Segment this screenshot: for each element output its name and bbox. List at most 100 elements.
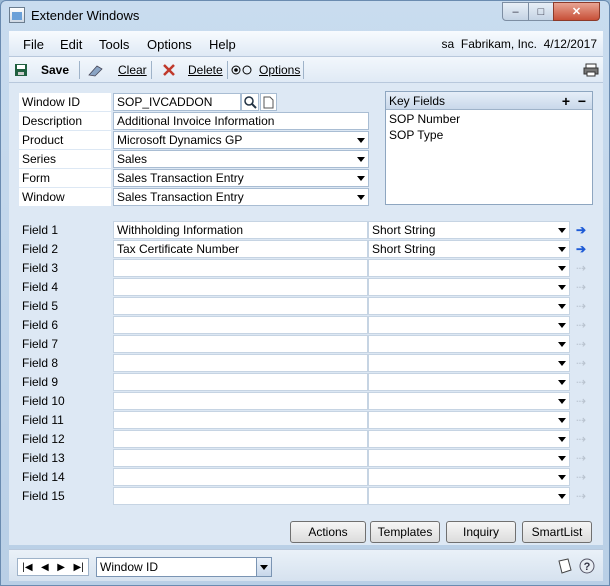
- add-key-icon[interactable]: +: [562, 92, 570, 110]
- maximize-button[interactable]: □: [528, 2, 554, 21]
- menu-file[interactable]: File: [23, 37, 44, 52]
- inquiry-button[interactable]: Inquiry: [446, 521, 516, 543]
- actions-button[interactable]: Actions: [290, 521, 366, 543]
- field-details-arrow-disabled-icon[interactable]: ⇢: [572, 278, 590, 296]
- help-button[interactable]: ?: [579, 558, 595, 577]
- chevron-down-icon: [357, 195, 365, 200]
- field-name-input[interactable]: [113, 411, 368, 429]
- field-type-dropdown[interactable]: [368, 449, 570, 467]
- form-dropdown[interactable]: Sales Transaction Entry: [113, 169, 369, 187]
- close-button[interactable]: ✕: [553, 2, 600, 21]
- field-type-dropdown[interactable]: [368, 373, 570, 391]
- save-button[interactable]: Save: [14, 61, 69, 79]
- field-type-dropdown[interactable]: [368, 259, 570, 277]
- field-name-input[interactable]: [113, 278, 368, 296]
- minimize-button[interactable]: –: [502, 2, 529, 21]
- field-row-label: Field 3: [19, 259, 111, 277]
- window-id-field[interactable]: SOP_IVCADDON: [113, 93, 241, 111]
- sort-by-value: Window ID: [100, 560, 159, 574]
- last-record-icon[interactable]: ▶|: [73, 562, 83, 573]
- product-label: Product: [19, 131, 111, 149]
- menu-help[interactable]: Help: [209, 37, 236, 52]
- field-type-dropdown[interactable]: [368, 430, 570, 448]
- lookup-button[interactable]: [241, 93, 259, 111]
- chevron-down-icon: [558, 418, 566, 423]
- field-row-label: Field 4: [19, 278, 111, 296]
- note-button[interactable]: [557, 558, 573, 577]
- remove-key-icon[interactable]: −: [578, 92, 586, 110]
- list-item[interactable]: SOP Number: [386, 111, 592, 127]
- menu-options[interactable]: Options: [147, 37, 192, 52]
- field-name-input[interactable]: [113, 449, 368, 467]
- field-type-dropdown[interactable]: [368, 392, 570, 410]
- field-details-arrow-disabled-icon[interactable]: ⇢: [572, 487, 590, 505]
- chevron-down-icon: [558, 494, 566, 499]
- field-details-arrow-icon[interactable]: ➔: [572, 240, 590, 258]
- field-details-arrow-disabled-icon[interactable]: ⇢: [572, 259, 590, 277]
- previous-record-icon[interactable]: ◀: [41, 562, 49, 573]
- new-note-button[interactable]: [260, 93, 277, 111]
- field-type-dropdown[interactable]: [368, 278, 570, 296]
- toolbar: Save Clear Delete Options: [9, 57, 603, 83]
- window-title: Extender Windows: [31, 8, 140, 23]
- sort-by-dropdown[interactable]: Window ID: [96, 557, 272, 577]
- field-details-arrow-disabled-icon[interactable]: ⇢: [572, 297, 590, 315]
- window-dropdown[interactable]: Sales Transaction Entry: [113, 188, 369, 206]
- product-value: Microsoft Dynamics GP: [117, 133, 243, 147]
- window-id-label: Window ID: [19, 93, 111, 111]
- templates-button[interactable]: Templates: [370, 521, 440, 543]
- field-details-arrow-disabled-icon[interactable]: ⇢: [572, 392, 590, 410]
- field-details-arrow-disabled-icon[interactable]: ⇢: [572, 373, 590, 391]
- field-name-input[interactable]: [113, 430, 368, 448]
- field-name-input[interactable]: [113, 335, 368, 353]
- field-name-input[interactable]: [113, 354, 368, 372]
- field-type-dropdown[interactable]: [368, 316, 570, 334]
- field-type-dropdown[interactable]: Short String: [368, 221, 570, 239]
- field-name-input[interactable]: [113, 259, 368, 277]
- chevron-down-icon: [558, 228, 566, 233]
- field-name-input[interactable]: Withholding Information: [113, 221, 368, 239]
- clear-icon: [88, 65, 103, 77]
- field-type-dropdown[interactable]: [368, 297, 570, 315]
- field-details-arrow-disabled-icon[interactable]: ⇢: [572, 430, 590, 448]
- options-button[interactable]: Options: [231, 61, 300, 79]
- field-details-arrow-disabled-icon[interactable]: ⇢: [572, 449, 590, 467]
- field-details-arrow-disabled-icon[interactable]: ⇢: [572, 335, 590, 353]
- field-name-input[interactable]: Tax Certificate Number: [113, 240, 368, 258]
- series-value: Sales: [117, 152, 148, 166]
- field-type-dropdown[interactable]: Short String: [368, 240, 570, 258]
- field-name-input[interactable]: [113, 316, 368, 334]
- field-details-arrow-icon[interactable]: ➔: [572, 221, 590, 239]
- first-record-icon[interactable]: |◀: [22, 562, 32, 573]
- field-name-input[interactable]: [113, 297, 368, 315]
- clear-button[interactable]: Clear: [87, 61, 147, 79]
- field-type-dropdown[interactable]: [368, 335, 570, 353]
- field-type-dropdown[interactable]: [368, 411, 570, 429]
- field-row-label: Field 12: [19, 430, 111, 448]
- delete-button[interactable]: Delete: [162, 61, 223, 79]
- menu-edit[interactable]: Edit: [60, 37, 82, 52]
- product-dropdown[interactable]: Microsoft Dynamics GP: [113, 131, 369, 149]
- field-type-dropdown[interactable]: [368, 487, 570, 505]
- field-name-input[interactable]: [113, 487, 368, 505]
- print-button[interactable]: [583, 61, 599, 79]
- field-details-arrow-disabled-icon[interactable]: ⇢: [572, 411, 590, 429]
- field-name-input[interactable]: [113, 468, 368, 486]
- field-type-dropdown[interactable]: [368, 468, 570, 486]
- field-type-dropdown[interactable]: [368, 354, 570, 372]
- next-record-icon[interactable]: ▶: [57, 562, 65, 573]
- field-name-input[interactable]: [113, 392, 368, 410]
- chevron-down-icon: [558, 247, 566, 252]
- field-details-arrow-disabled-icon[interactable]: ⇢: [572, 354, 590, 372]
- menu-tools[interactable]: Tools: [99, 37, 129, 52]
- list-item[interactable]: SOP Type: [386, 127, 592, 143]
- toolbar-divider: [151, 61, 152, 79]
- form-value: Sales Transaction Entry: [117, 171, 244, 185]
- series-dropdown[interactable]: Sales: [113, 150, 369, 168]
- smartlist-button[interactable]: SmartList: [522, 521, 592, 543]
- field-details-arrow-disabled-icon[interactable]: ⇢: [572, 316, 590, 334]
- description-field[interactable]: Additional Invoice Information: [113, 112, 369, 130]
- chevron-down-icon: [558, 475, 566, 480]
- field-name-input[interactable]: [113, 373, 368, 391]
- field-details-arrow-disabled-icon[interactable]: ⇢: [572, 468, 590, 486]
